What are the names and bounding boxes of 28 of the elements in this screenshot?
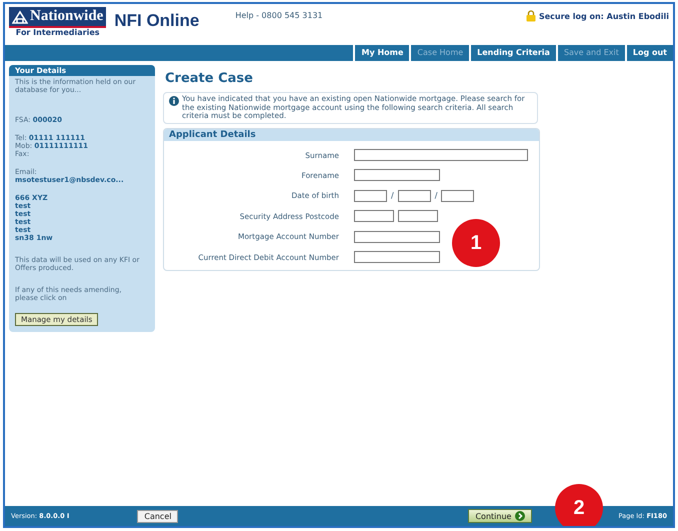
product-title: NFI Online	[114, 11, 200, 31]
continue-button[interactable]: Continue	[468, 509, 532, 523]
input-field[interactable]	[354, 251, 440, 264]
nav-link[interactable]: My Home	[353, 45, 410, 61]
step-badge: 2	[555, 484, 603, 526]
date-separator: /	[391, 191, 394, 200]
input-field[interactable]	[398, 210, 438, 222]
input-field[interactable]	[354, 210, 394, 222]
nav-link[interactable]: Log out	[624, 45, 673, 61]
date-separator: /	[434, 191, 438, 200]
input-field[interactable]	[354, 230, 440, 243]
input-field[interactable]	[441, 190, 474, 202]
nav-link[interactable]: Lending Criteria	[469, 45, 556, 61]
page-title: Create Case	[165, 71, 254, 86]
input-field[interactable]	[354, 169, 440, 182]
input-field[interactable]	[354, 190, 387, 202]
info-icon	[169, 96, 179, 106]
help-text: Help - 0800 545 3131	[235, 11, 323, 20]
secure-logon-text: Secure log on: Austin Ebodili	[538, 12, 669, 20]
cancel-button[interactable]: Cancel	[137, 510, 178, 522]
brand-name: Nationwide	[30, 8, 104, 25]
input-field[interactable]	[354, 149, 528, 162]
padlock-icon	[526, 10, 536, 22]
panel-title: Applicant Details	[164, 128, 539, 141]
input-field[interactable]	[398, 190, 431, 202]
arrow-right-icon	[515, 511, 526, 521]
brand-subtitle: For Intermediaries	[16, 28, 100, 37]
step-badge: 1	[452, 219, 500, 267]
